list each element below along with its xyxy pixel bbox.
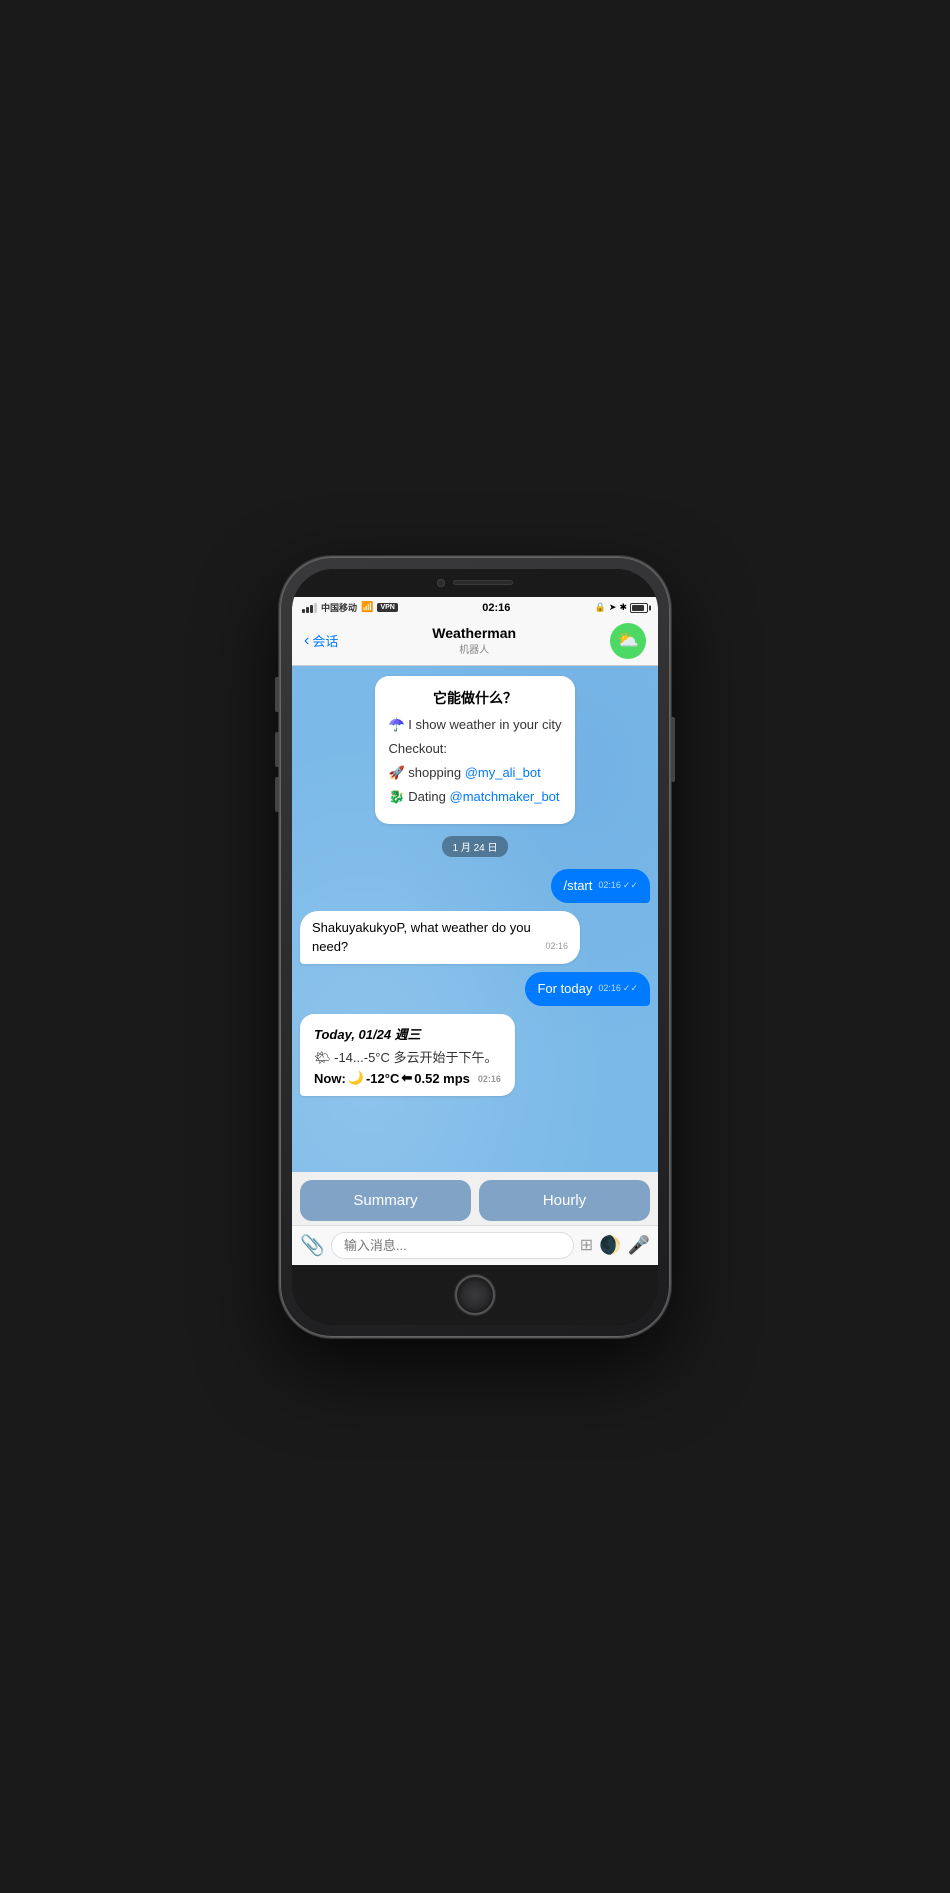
signal-bar-1 xyxy=(302,609,305,613)
back-label: 会话 xyxy=(312,631,338,650)
bubble-start: /start 02:16 ✓✓ xyxy=(551,869,650,903)
home-button[interactable] xyxy=(455,1275,495,1315)
sticker-icon[interactable]: ⊞ xyxy=(580,1235,593,1255)
signal-bar-4 xyxy=(314,603,317,613)
nav-title: Weatherman xyxy=(432,625,516,641)
bubble-question: ShakuyakukyoP, what weather do you need?… xyxy=(300,911,580,963)
check-marks-start: ✓✓ xyxy=(623,879,638,892)
intro-dating-link[interactable]: @matchmaker_bot xyxy=(450,789,560,804)
summary-button[interactable]: Summary xyxy=(300,1180,471,1221)
weather-now-wind: 0.52 mps xyxy=(414,1071,470,1086)
back-chevron-icon: ‹ xyxy=(304,633,309,649)
bubble-start-text: /start xyxy=(563,878,592,893)
intro-title: 它能做什么？ xyxy=(389,688,562,708)
carrier-label: 中国移动 xyxy=(321,601,357,614)
mic-icon[interactable]: 🎤 xyxy=(628,1235,650,1256)
status-right: 🔒 ➤ ✱ xyxy=(595,602,648,613)
screen: 中国移动 📶 VPN 02:16 🔒 ➤ ✱ ‹ 会话 xyxy=(292,597,658,1265)
vpn-badge: VPN xyxy=(377,603,397,612)
input-bar: 📎 ⊞ 🌒 🎤 xyxy=(292,1225,658,1265)
bluetooth-icon: ✱ xyxy=(619,602,627,613)
bot-avatar-emoji: ⛅ xyxy=(617,630,639,651)
weather-now-temp: -12°C xyxy=(366,1071,399,1086)
msg-meta-fortoday: 02:16 ✓✓ xyxy=(598,982,638,995)
bubble-question-text: ShakuyakukyoP, what weather do you need? xyxy=(312,920,531,953)
weather-now-emoji: 🌙 xyxy=(348,1070,364,1086)
msg-row-fortoday: For today 02:16 ✓✓ xyxy=(300,972,650,1006)
battery-fill xyxy=(632,605,644,611)
status-bar: 中国移动 📶 VPN 02:16 🔒 ➤ ✱ xyxy=(292,597,658,619)
check-marks-fortoday: ✓✓ xyxy=(623,982,638,995)
msg-time-start: 02:16 xyxy=(598,879,621,892)
back-button[interactable]: ‹ 会话 xyxy=(304,631,338,650)
nav-center: Weatherman 机器人 xyxy=(432,625,516,656)
msg-row-start: /start 02:16 ✓✓ xyxy=(300,869,650,903)
signal-bars xyxy=(302,603,317,613)
msg-meta-question: 02:16 xyxy=(545,940,568,953)
intro-shopping-link[interactable]: @my_ali_bot xyxy=(465,765,541,780)
camera-dot xyxy=(437,579,445,587)
intro-shopping-line: 🚀 shopping @my_ali_bot xyxy=(389,764,562,782)
chat-area[interactable]: 它能做什么？ ☂️ I show weather in your city Ch… xyxy=(292,666,658,1172)
intro-line-1: ☂️ I show weather in your city xyxy=(389,716,562,734)
msg-row-weather: Today, 01/24 週三 🌤 -14...-5°C 多云开始于下午。 No… xyxy=(300,1014,650,1096)
wifi-icon: 📶 xyxy=(361,602,373,613)
intro-checkout-label: Checkout: xyxy=(389,740,562,758)
bot-avatar[interactable]: ⛅ xyxy=(610,623,646,659)
message-input[interactable] xyxy=(331,1232,574,1259)
weather-bubble: Today, 01/24 週三 🌤 -14...-5°C 多云开始于下午。 No… xyxy=(300,1014,515,1096)
emoji-icon[interactable]: 🌒 xyxy=(599,1235,621,1256)
battery-icon xyxy=(630,603,648,613)
quick-replies: Summary Hourly xyxy=(292,1172,658,1225)
phone-bottom xyxy=(292,1265,658,1325)
date-separator: 1 月 24 日 xyxy=(300,836,650,857)
speaker-bar xyxy=(453,580,513,585)
nav-bar: ‹ 会话 Weatherman 机器人 ⛅ xyxy=(292,619,658,666)
msg-row-question: ShakuyakukyoP, what weather do you need?… xyxy=(300,911,650,963)
msg-time-fortoday: 02:16 xyxy=(598,982,621,995)
status-time: 02:16 xyxy=(482,602,510,614)
weather-now-wind-emoji: ⬅ xyxy=(401,1070,412,1086)
msg-time-question: 02:16 xyxy=(545,940,568,953)
attach-icon[interactable]: 📎 xyxy=(300,1233,325,1258)
bubble-fortoday-text: For today xyxy=(537,981,592,996)
intro-shopping-text: 🚀 shopping xyxy=(389,765,465,780)
hourly-button[interactable]: Hourly xyxy=(479,1180,650,1221)
weather-meta: 02:16 xyxy=(478,1074,501,1084)
signal-bar-2 xyxy=(306,607,309,613)
intro-dating-line: 🐉 Dating @matchmaker_bot xyxy=(389,788,562,806)
weather-temp: 🌤 -14...-5°C 多云开始于下午。 xyxy=(314,1047,501,1066)
phone-frame: 中国移动 📶 VPN 02:16 🔒 ➤ ✱ ‹ 会话 xyxy=(280,557,670,1337)
status-left: 中国移动 📶 VPN xyxy=(302,601,398,614)
location-icon: ➤ xyxy=(609,602,617,613)
weather-now: Now: 🌙 -12°C ⬅ 0.52 mps 02:16 xyxy=(314,1070,501,1086)
phone-inner: 中国移动 📶 VPN 02:16 🔒 ➤ ✱ ‹ 会话 xyxy=(292,569,658,1325)
intro-dating-text: 🐉 Dating xyxy=(389,789,450,804)
phone-top-bar xyxy=(292,569,658,597)
weather-now-label: Now: xyxy=(314,1071,346,1086)
weather-date: Today, 01/24 週三 xyxy=(314,1024,501,1043)
date-pill: 1 月 24 日 xyxy=(442,836,507,857)
bubble-fortoday: For today 02:16 ✓✓ xyxy=(525,972,650,1006)
lock-icon: 🔒 xyxy=(595,602,606,613)
msg-meta-start: 02:16 ✓✓ xyxy=(598,879,638,892)
signal-bar-3 xyxy=(310,605,313,613)
intro-bubble: 它能做什么？ ☂️ I show weather in your city Ch… xyxy=(375,676,576,825)
nav-subtitle: 机器人 xyxy=(432,641,516,656)
